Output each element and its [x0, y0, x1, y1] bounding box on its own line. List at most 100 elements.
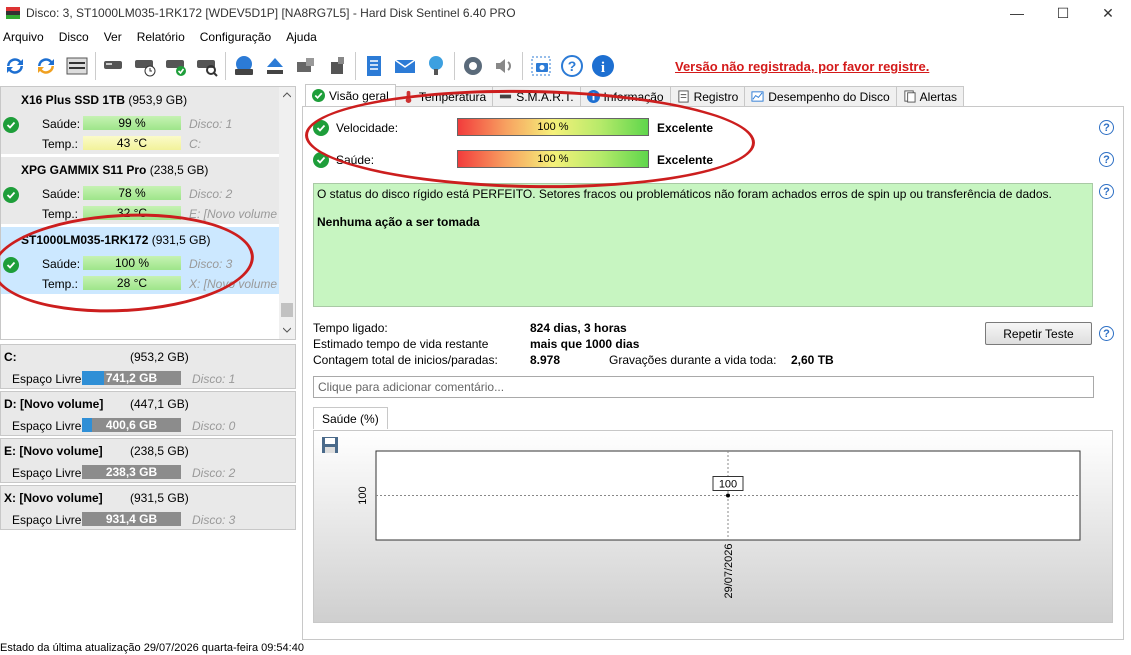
volume-card[interactable]: C: (953,2 GB) Espaço Livre 741,2 GB Disc…: [0, 344, 296, 389]
speed-rating: Excelente: [657, 121, 714, 135]
unregistered-link[interactable]: Versão não registrada, por favor registr…: [675, 59, 929, 74]
help-icon[interactable]: ?: [559, 53, 585, 79]
disk-number: Disco: 2: [192, 466, 236, 480]
retest-button[interactable]: Repetir Teste: [985, 322, 1092, 345]
menu-arquivo[interactable]: Arquivo: [0, 30, 51, 44]
menu-bar: Arquivo Disco Ver Relatório Configuração…: [0, 27, 324, 47]
scroll-down-icon[interactable]: [283, 327, 291, 333]
health-bar: 100 %: [83, 256, 181, 270]
tab-log[interactable]: Registro: [669, 86, 746, 106]
comment-field[interactable]: Clique para adicionar comentário...: [313, 376, 1094, 398]
volume-name: C:: [4, 350, 17, 364]
menu-configuracao[interactable]: Configuração: [192, 30, 278, 44]
smart-icon: [499, 90, 512, 103]
volume-letter: C:: [189, 137, 201, 151]
free-space-bar: 400,6 GB: [82, 418, 181, 432]
disk-info-icon[interactable]: [101, 53, 127, 79]
check-ok-icon: [313, 152, 329, 168]
disk-number: Disco: 3: [189, 257, 233, 271]
sound-icon[interactable]: [491, 53, 517, 79]
health-label: Saúde:: [42, 187, 81, 201]
disk-card-selected[interactable]: ST1000LM035-1RK172 (931,5 GB) Saúde: 100…: [1, 227, 279, 295]
scroll-up-icon[interactable]: [283, 92, 291, 98]
power-on-label: Tempo ligado:: [313, 321, 388, 335]
refresh-all-icon[interactable]: [33, 53, 59, 79]
overview-panel: Velocidade: 100 % Excelente ? Saúde: 100…: [302, 106, 1124, 640]
disk-card[interactable]: XPG GAMMIX S11 Pro (238,5 GB) Saúde: 78 …: [1, 157, 279, 225]
settings-gear-icon[interactable]: [460, 53, 486, 79]
network-icon[interactable]: [423, 53, 449, 79]
info-icon[interactable]: i: [590, 53, 616, 79]
check-ok-icon: [312, 89, 325, 102]
speed-label: Velocidade:: [336, 121, 399, 135]
menu-ver[interactable]: Ver: [96, 30, 129, 44]
screenshot-icon[interactable]: [528, 53, 554, 79]
check-ok-icon: [3, 117, 19, 133]
maximize-button[interactable]: ☐: [1040, 0, 1086, 26]
toolbar-separator: [355, 52, 356, 80]
y-tick-label: 100: [357, 486, 369, 504]
disk-check-icon[interactable]: [163, 53, 189, 79]
disk-list-scrollbar[interactable]: [279, 87, 295, 339]
status-text: O status do disco rígido está PERFEITO. …: [317, 187, 1052, 201]
scroll-thumb[interactable]: [281, 303, 293, 317]
menu-disco[interactable]: Disco: [51, 30, 96, 44]
app-icon: [6, 7, 20, 19]
volume-letter: E: [Novo volume: [189, 207, 278, 221]
tab-information[interactable]: Informação: [579, 86, 671, 106]
tab-health-graph[interactable]: Saúde (%): [313, 407, 388, 429]
volume-name: E: [Novo volume]: [4, 444, 103, 458]
toolbar: ? i: [0, 48, 1131, 84]
free-space-bar: 931,4 GB: [82, 512, 181, 526]
network-drive-icon[interactable]: [231, 53, 257, 79]
report-icon[interactable]: [361, 53, 387, 79]
disk-search-icon[interactable]: [194, 53, 220, 79]
tab-overview[interactable]: Visão geral: [305, 84, 396, 106]
help-icon[interactable]: ?: [1099, 152, 1114, 167]
temp-bar: 43 °C: [83, 136, 181, 150]
disk-number: Disco: 2: [189, 187, 233, 201]
email-icon[interactable]: [392, 53, 418, 79]
title-bar: Disco: 3, ST1000LM035-1RK172 [WDEV5D1P] …: [0, 0, 1131, 26]
remaining-life-label: Estimado tempo de vida restante: [313, 337, 489, 351]
disk-number: Disco: 3: [192, 513, 236, 527]
health-bar: 100 %: [457, 150, 649, 168]
speed-bar: 100 %: [457, 118, 649, 136]
volume-size: (238,5 GB): [130, 444, 189, 458]
tab-temperature[interactable]: Temperatura: [394, 86, 494, 106]
toolbar-separator: [95, 52, 96, 80]
volume-card[interactable]: D: [Novo volume] (447,1 GB) Espaço Livre…: [0, 391, 296, 436]
start-stop-label: Contagem total de inicios/paradas:: [313, 353, 498, 367]
tab-bar: Visão geral Temperatura S.M.A.R.T. Infor…: [305, 84, 965, 106]
disk-number: Disco: 1: [189, 117, 233, 131]
menu-relatorio[interactable]: Relatório: [129, 30, 192, 44]
tab-alerts[interactable]: Alertas: [895, 86, 965, 106]
help-icon[interactable]: ?: [1099, 326, 1114, 341]
thermometer-icon: [402, 90, 415, 103]
help-icon[interactable]: ?: [1099, 184, 1114, 199]
menu-ajuda[interactable]: Ajuda: [278, 30, 324, 44]
drive-list-icon[interactable]: [64, 53, 90, 79]
refresh-icon[interactable]: [2, 53, 28, 79]
tab-smart[interactable]: S.M.A.R.T.: [492, 86, 581, 106]
disk-schedule-icon[interactable]: [132, 53, 158, 79]
close-button[interactable]: ✕: [1085, 0, 1131, 26]
check-ok-icon: [3, 187, 19, 203]
help-icon[interactable]: ?: [1099, 120, 1114, 135]
minimize-button[interactable]: —: [994, 0, 1040, 26]
disk-number: Disco: 1: [192, 372, 236, 386]
volume-card[interactable]: E: [Novo volume] (238,5 GB) Espaço Livre…: [0, 438, 296, 483]
disk-card[interactable]: X16 Plus SSD 1TB (953,9 GB) Saúde: 99 % …: [1, 87, 279, 155]
free-space-label: Espaço Livre: [12, 466, 82, 480]
volume-size: (931,5 GB): [130, 491, 189, 505]
toolbar-separator: [225, 52, 226, 80]
eject-icon[interactable]: [262, 53, 288, 79]
x-tick-label: 29/07/2026: [723, 543, 735, 598]
external-drive-icon[interactable]: [293, 53, 319, 79]
tab-performance[interactable]: Desempenho do Disco: [744, 86, 897, 106]
health-chart: 100 100 29/07/2026: [357, 450, 1081, 599]
health-label: Saúde:: [336, 153, 375, 167]
usb-drive-icon[interactable]: [324, 53, 350, 79]
volume-card[interactable]: X: [Novo volume] (931,5 GB) Espaço Livre…: [0, 485, 296, 530]
health-graph: 100 100 29/07/2026: [313, 430, 1113, 623]
